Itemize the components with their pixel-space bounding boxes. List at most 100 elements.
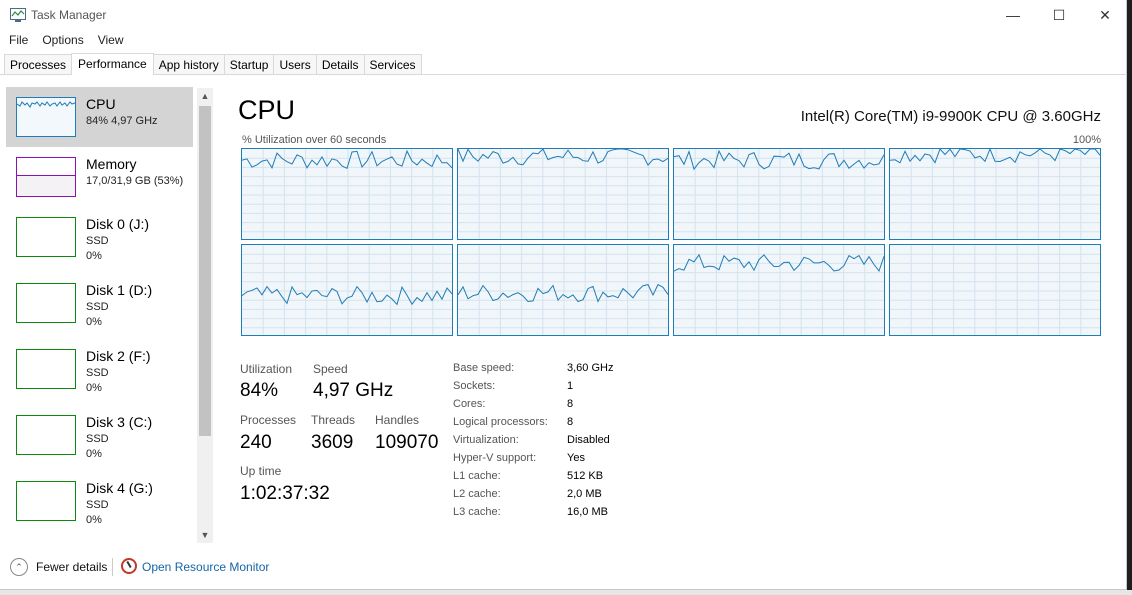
logical-processor-graph bbox=[241, 244, 453, 336]
chevron-up-icon[interactable]: ⌃ bbox=[10, 558, 28, 576]
spec-key: L1 cache: bbox=[453, 470, 501, 482]
tab-services[interactable]: Services bbox=[363, 54, 422, 75]
sidebar-item-detail: 0% bbox=[86, 448, 102, 460]
tab-app-history[interactable]: App history bbox=[152, 54, 225, 75]
tab-startup[interactable]: Startup bbox=[223, 54, 275, 75]
spec-key: Sockets: bbox=[453, 380, 496, 392]
spec-value: Disabled bbox=[567, 434, 610, 446]
title-bar: Task Manager — ☐ ✕ bbox=[0, 0, 1127, 30]
logical-processor-graph bbox=[673, 244, 885, 336]
tab-divider bbox=[0, 74, 1127, 75]
menu-file[interactable]: File bbox=[0, 31, 28, 49]
disk-thumbnail-graph bbox=[16, 283, 76, 323]
scrollbar-thumb[interactable] bbox=[199, 106, 211, 436]
task-manager-icon bbox=[10, 8, 26, 22]
threads-value: 3609 bbox=[311, 432, 354, 453]
logical-processor-graph bbox=[457, 244, 669, 336]
sidebar-item-label: Disk 0 (J:) bbox=[86, 216, 149, 232]
cpu-usage-line bbox=[674, 149, 884, 171]
background-desktop-edge bbox=[0, 590, 1132, 595]
sidebar-scrollbar[interactable]: ▲ ▼ bbox=[197, 88, 213, 543]
spec-value: 16,0 MB bbox=[567, 506, 608, 518]
spec-key: Cores: bbox=[453, 398, 486, 410]
sidebar-item-detail: 17,0/31,9 GB (53%) bbox=[86, 175, 184, 187]
utilization-label: Utilization bbox=[240, 362, 293, 376]
cpu-thumbnail-line bbox=[16, 101, 76, 108]
sidebar-item-label: Disk 1 (D:) bbox=[86, 282, 153, 298]
sidebar-item-detail: 0% bbox=[86, 382, 102, 394]
spec-key: Logical processors: bbox=[453, 416, 548, 428]
utilization-value: 84% bbox=[240, 380, 279, 401]
cpu-graph-grid bbox=[241, 148, 1102, 336]
sidebar-item-disk-2[interactable]: Disk 2 (F:) SSD 0% bbox=[6, 339, 193, 399]
resource-monitor-icon[interactable] bbox=[121, 558, 137, 574]
sidebar-item-label: CPU bbox=[86, 96, 116, 112]
memory-thumbnail-graph bbox=[16, 157, 76, 197]
sidebar-item-label: Disk 2 (F:) bbox=[86, 348, 151, 364]
sidebar-item-detail: 0% bbox=[86, 250, 102, 262]
close-button[interactable]: ✕ bbox=[1082, 0, 1128, 30]
footer-divider bbox=[112, 558, 113, 576]
processes-label: Processes bbox=[240, 413, 297, 427]
sidebar-item-type: SSD bbox=[86, 367, 109, 379]
minimize-button[interactable]: — bbox=[990, 0, 1036, 30]
spec-value: Yes bbox=[567, 452, 585, 464]
spec-value: 8 bbox=[567, 416, 574, 428]
uptime-label: Up time bbox=[240, 464, 282, 478]
cpu-usage-line bbox=[674, 253, 884, 273]
sidebar-item-cpu[interactable]: CPU 84% 4,97 GHz bbox=[6, 87, 193, 147]
sidebar-item-disk-0[interactable]: Disk 0 (J:) SSD 0% bbox=[6, 207, 193, 267]
window-title: Task Manager bbox=[31, 8, 107, 22]
spec-key: Virtualization: bbox=[453, 434, 519, 446]
spec-key: Base speed: bbox=[453, 362, 515, 374]
tab-users[interactable]: Users bbox=[273, 54, 317, 75]
task-manager-window: Task Manager — ☐ ✕ File Options View Pro… bbox=[0, 0, 1127, 590]
processes-value: 240 bbox=[240, 432, 272, 453]
footer: ⌃ Fewer details Open Resource Monitor bbox=[0, 550, 1127, 585]
sidebar-item-disk-4[interactable]: Disk 4 (G:) SSD 0% bbox=[6, 471, 193, 531]
spec-value: 512 KB bbox=[567, 470, 604, 482]
cpu-model-name: Intel(R) Core(TM) i9-9900K CPU @ 3.60GHz bbox=[800, 108, 1101, 125]
tab-strip: Processes Performance App history Startu… bbox=[4, 53, 422, 75]
spec-key: L2 cache: bbox=[453, 488, 501, 500]
disk-thumbnail-graph bbox=[16, 415, 76, 455]
sidebar-item-detail: 84% 4,97 GHz bbox=[86, 115, 158, 127]
open-resource-monitor-link[interactable]: Open Resource Monitor bbox=[142, 560, 269, 574]
fewer-details-button[interactable]: Fewer details bbox=[36, 560, 107, 574]
cpu-usage-line bbox=[458, 149, 668, 166]
cpu-usage-line bbox=[458, 283, 668, 303]
page-title: CPU bbox=[238, 95, 296, 125]
logical-processor-graph bbox=[889, 148, 1101, 240]
sidebar-item-label: Disk 4 (G:) bbox=[86, 480, 153, 496]
disk-thumbnail-graph bbox=[16, 349, 76, 389]
sidebar-item-disk-3[interactable]: Disk 3 (C:) SSD 0% bbox=[6, 405, 193, 465]
sidebar-item-disk-1[interactable]: Disk 1 (D:) SSD 0% bbox=[6, 273, 193, 333]
cpu-usage-line bbox=[890, 149, 1100, 164]
menu-bar: File Options View bbox=[0, 31, 129, 49]
background-desktop-edge bbox=[1127, 0, 1132, 595]
handles-value: 109070 bbox=[375, 432, 439, 453]
memory-thumbnail-fill bbox=[17, 175, 75, 196]
sidebar-item-type: SSD bbox=[86, 235, 109, 247]
logical-processor-graph bbox=[457, 148, 669, 240]
sidebar-item-memory[interactable]: Memory 17,0/31,9 GB (53%) bbox=[6, 147, 193, 207]
threads-label: Threads bbox=[311, 413, 356, 427]
spec-value: 2,0 MB bbox=[567, 488, 602, 500]
scroll-down-icon[interactable]: ▼ bbox=[197, 527, 213, 543]
sidebar-item-type: SSD bbox=[86, 433, 109, 445]
speed-value: 4,97 GHz bbox=[313, 380, 394, 401]
tab-details[interactable]: Details bbox=[315, 54, 365, 75]
cpu-thumbnail-graph bbox=[16, 97, 76, 137]
graph-caption: % Utilization over 60 seconds bbox=[242, 134, 387, 146]
spec-key: L3 cache: bbox=[453, 506, 501, 518]
menu-options[interactable]: Options bbox=[33, 31, 83, 49]
scroll-up-icon[interactable]: ▲ bbox=[197, 88, 213, 104]
sidebar-item-detail: 0% bbox=[86, 316, 102, 328]
maximize-button[interactable]: ☐ bbox=[1036, 0, 1082, 30]
tab-performance[interactable]: Performance bbox=[71, 53, 154, 75]
disk-thumbnail-graph bbox=[16, 217, 76, 257]
menu-view[interactable]: View bbox=[89, 31, 124, 49]
disk-thumbnail-graph bbox=[16, 481, 76, 521]
tab-processes[interactable]: Processes bbox=[4, 54, 73, 75]
spec-value: 1 bbox=[567, 380, 574, 392]
